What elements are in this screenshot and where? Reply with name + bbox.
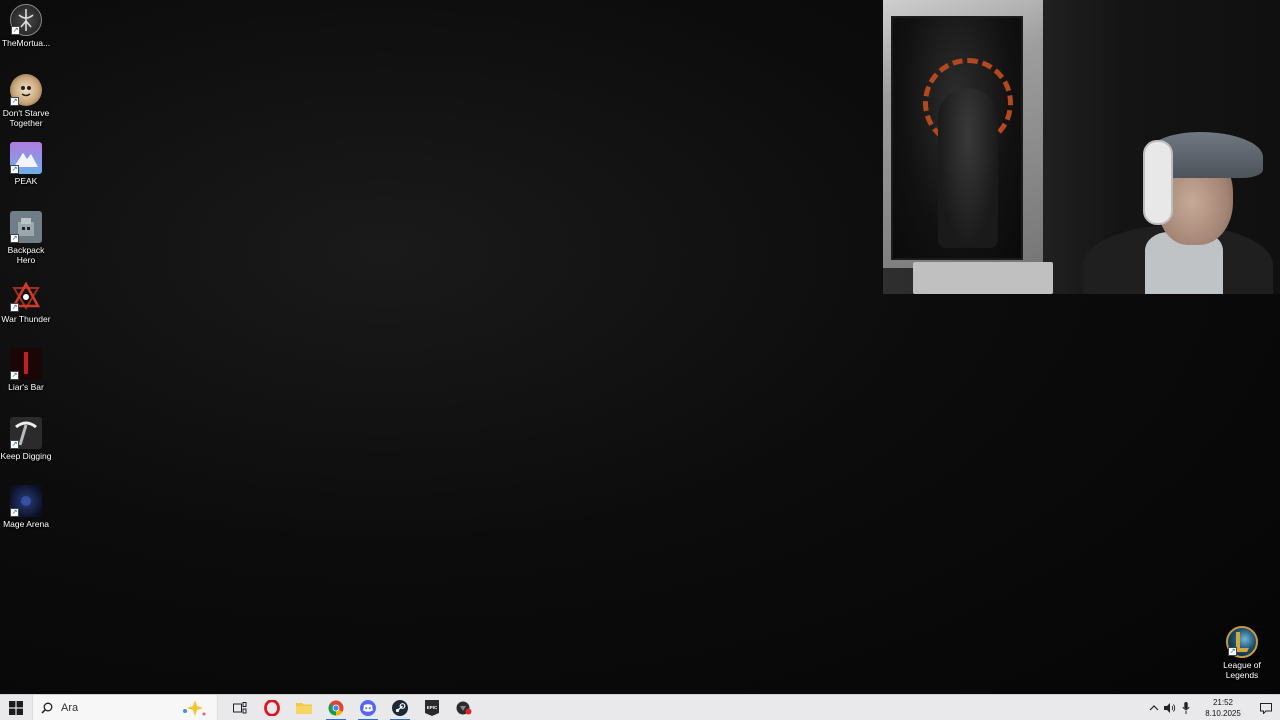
desktop-icon-label: War Thunder bbox=[1, 314, 51, 324]
liars-bar-icon: ↗ bbox=[10, 348, 42, 380]
folder-icon bbox=[296, 702, 312, 714]
steam-icon bbox=[392, 699, 408, 716]
shortcut-arrow-icon: ↗ bbox=[10, 165, 19, 174]
desktop-icon-label: Liar's Bar bbox=[8, 382, 44, 392]
desktop-icon-mage-arena[interactable]: ↗ Mage Arena bbox=[0, 481, 52, 547]
chrome-icon bbox=[328, 700, 344, 715]
speaker-icon bbox=[1164, 703, 1176, 713]
desktop-icon-label: League of Legends bbox=[1223, 660, 1261, 680]
clock-date: 8.10.2025 bbox=[1205, 709, 1241, 718]
desktop-icon-the-mortuary[interactable]: ↗ TheMortua... bbox=[0, 0, 52, 66]
taskbar-app-game[interactable] bbox=[448, 695, 480, 720]
peak-mountain-icon: ↗ bbox=[10, 142, 42, 174]
start-button[interactable] bbox=[0, 695, 32, 720]
desktop-icon-label: TheMortua... bbox=[1, 38, 51, 48]
war-thunder-icon: ↗ bbox=[10, 280, 42, 312]
shortcut-arrow-icon: ↗ bbox=[11, 26, 20, 35]
search-icon bbox=[41, 702, 53, 714]
taskbar-search[interactable] bbox=[32, 694, 218, 720]
shortcut-arrow-icon: ↗ bbox=[10, 440, 19, 449]
backpack-hero-icon: ↗ bbox=[10, 211, 42, 243]
shortcut-arrow-icon: ↗ bbox=[10, 303, 19, 312]
furniture bbox=[913, 262, 1053, 294]
task-view-button[interactable] bbox=[224, 695, 256, 720]
taskbar-app-steam[interactable] bbox=[384, 695, 416, 720]
wall-poster bbox=[883, 0, 1043, 268]
notification-icon bbox=[1260, 702, 1272, 714]
shortcut-arrow-icon: ↗ bbox=[1228, 647, 1237, 656]
taskbar: EPIC 21:52 8.10.2025 bbox=[0, 694, 1280, 720]
system-tray: 21:52 8.10.2025 bbox=[1146, 695, 1280, 720]
microphone-icon bbox=[1182, 702, 1190, 714]
discord-icon bbox=[360, 699, 376, 716]
clock-time: 21:52 bbox=[1212, 698, 1234, 707]
volume-button[interactable] bbox=[1162, 695, 1178, 720]
search-highlight-icon[interactable] bbox=[181, 699, 207, 717]
desktop-icon-peak[interactable]: ↗ PEAK bbox=[0, 138, 52, 204]
desktop-icon-keep-digging[interactable]: ↗ Keep Digging bbox=[0, 413, 52, 479]
desktop-icon-war-thunder[interactable]: ↗ War Thunder bbox=[0, 276, 52, 342]
desktop-icon-label: PEAK bbox=[14, 176, 38, 186]
svg-text:EPIC: EPIC bbox=[427, 705, 438, 710]
desktop-icon-label: Don't Starve Together bbox=[2, 108, 50, 128]
red-badge-app-icon bbox=[456, 701, 472, 714]
windows-logo-icon bbox=[9, 700, 23, 715]
desktop-icon-league-of-legends[interactable]: ↗ League of Legends bbox=[1216, 622, 1268, 688]
desktop-icon-dont-starve[interactable]: ↗ Don't Starve Together bbox=[0, 70, 52, 136]
desktop-icon-label: Mage Arena bbox=[3, 519, 49, 529]
shortcut-arrow-icon: ↗ bbox=[10, 508, 19, 517]
desktop-icon-liars-bar[interactable]: ↗ Liar's Bar bbox=[0, 344, 52, 410]
taskbar-app-chrome[interactable] bbox=[320, 695, 352, 720]
opera-icon bbox=[264, 699, 280, 716]
search-input[interactable] bbox=[61, 701, 171, 714]
taskbar-app-file-explorer[interactable] bbox=[288, 695, 320, 720]
mortuary-assistant-icon: ↗ bbox=[10, 4, 42, 36]
task-view-icon bbox=[233, 701, 247, 713]
taskbar-app-discord[interactable] bbox=[352, 695, 384, 720]
epic-games-icon: EPIC bbox=[425, 699, 439, 716]
desktop-icon-label: Backpack Hero bbox=[7, 245, 45, 265]
taskbar-clock[interactable]: 21:52 8.10.2025 bbox=[1198, 697, 1248, 719]
pickaxe-icon: ↗ bbox=[10, 417, 42, 449]
show-hidden-icons-button[interactable] bbox=[1146, 695, 1162, 720]
taskbar-app-epic-games[interactable]: EPIC bbox=[416, 695, 448, 720]
shortcut-arrow-icon: ↗ bbox=[10, 371, 19, 380]
chevron-up-icon bbox=[1149, 705, 1159, 711]
league-of-legends-icon: ↗ bbox=[1226, 626, 1258, 658]
mage-arena-icon: ↗ bbox=[10, 485, 42, 517]
webcam-overlay bbox=[883, 0, 1280, 294]
shortcut-arrow-icon: ↗ bbox=[10, 97, 19, 106]
microphone-button[interactable] bbox=[1178, 695, 1194, 720]
notification-center-button[interactable] bbox=[1252, 695, 1280, 720]
desktop-icon-backpack-hero[interactable]: ↗ Backpack Hero bbox=[0, 207, 52, 273]
shortcut-arrow-icon: ↗ bbox=[10, 234, 19, 243]
desktop-icon-label: Keep Digging bbox=[0, 451, 52, 461]
headphones bbox=[1143, 140, 1173, 225]
desktop[interactable]: ↗ TheMortua... ↗ Don't Starve Together ↗… bbox=[0, 0, 1280, 694]
taskbar-app-opera[interactable] bbox=[256, 695, 288, 720]
dont-starve-together-icon: ↗ bbox=[10, 74, 42, 106]
